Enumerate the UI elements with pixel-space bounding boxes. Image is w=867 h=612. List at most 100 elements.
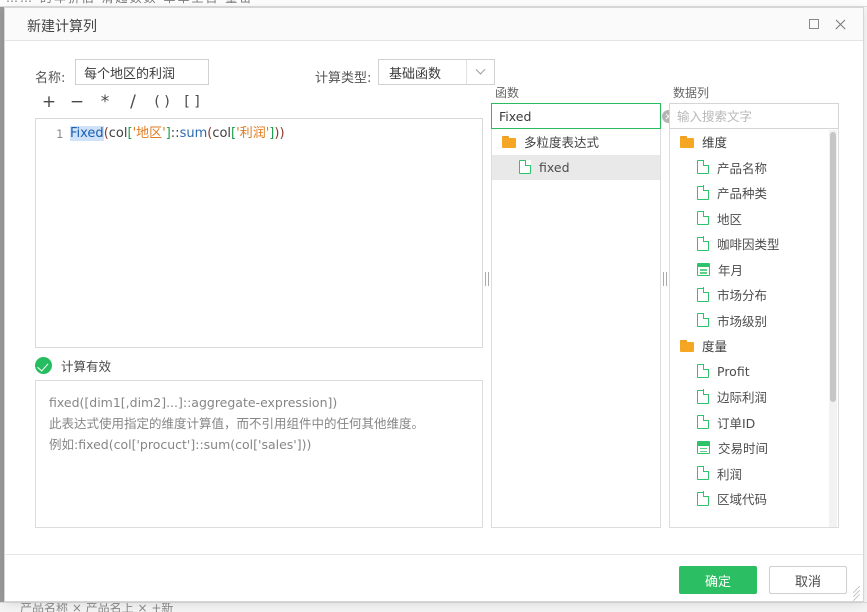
data-columns-scrollbar[interactable] [829, 130, 837, 527]
file-icon [697, 415, 709, 430]
file-icon [697, 236, 709, 251]
data-column-search-input[interactable] [670, 108, 840, 124]
function-search-box[interactable] [491, 103, 675, 129]
maximize-icon[interactable] [805, 15, 823, 33]
data-column-row-item[interactable]: 产品种类 [670, 180, 838, 206]
data-columns-panel-title: 数据列 [673, 86, 710, 100]
name-label: 名称: [35, 71, 66, 86]
operator-multiply-button[interactable]: * [91, 89, 119, 115]
data-column-row-folder[interactable]: 度量 [670, 333, 838, 359]
calctype-selected-value: 基础函数 [389, 66, 442, 82]
data-column-row-item[interactable]: 区域代码 [670, 486, 838, 512]
data-column-row-label: 度量 [702, 339, 728, 355]
data-column-row-label: 利润 [717, 466, 743, 482]
data-column-row-label: 边际利润 [717, 390, 768, 406]
function-help-box: fixed([dim1[,dim2]...]::aggregate-expres… [35, 380, 483, 528]
operator-plus-button[interactable]: + [35, 89, 63, 115]
data-column-row-folder[interactable]: 维度 [670, 129, 838, 155]
check-circle-icon [35, 357, 52, 374]
data-column-row-label: 维度 [702, 135, 728, 151]
formula-token-14: ) [279, 126, 285, 141]
formula-editor[interactable]: 1 Fixed(col['地区']::sum(col['利润'])) [35, 118, 483, 348]
data-column-row-item[interactable]: 订单ID [670, 410, 838, 436]
formula-code[interactable]: Fixed(col['地区']::sum(col['利润'])) [70, 124, 474, 144]
background-toolbar-ghost-text: …… 的年折旧 清起数数 单单上目 量击 [6, 0, 253, 6]
line-number: 1 [56, 127, 63, 141]
help-line-example: 例如:fixed(col['procuct']::sum(col['sales'… [49, 437, 312, 452]
function-search-input[interactable] [492, 108, 662, 124]
file-icon [697, 389, 709, 404]
function-row-item[interactable]: fixed [492, 154, 660, 180]
formula-token-0: Fixed [70, 126, 104, 141]
calctype-select[interactable]: 基础函数 [378, 59, 495, 85]
data-column-row-item[interactable]: 市场分布 [670, 282, 838, 308]
maximize-square-glyph [809, 19, 819, 29]
folder-icon [680, 339, 694, 352]
data-column-row-item[interactable]: 年月 [670, 257, 838, 283]
calctype-label: 计算类型: [315, 71, 372, 86]
operator-toolbar: + − * / ( ) [ ] [35, 88, 483, 116]
operator-divide-button[interactable]: / [119, 89, 147, 115]
data-column-row-item[interactable]: 地区 [670, 206, 838, 232]
data-column-row-item[interactable]: Profit [670, 359, 838, 385]
formula-token-11: '利润' [236, 126, 270, 141]
panels-container: + − * / ( ) [ ] 1 Fixed(col['地区']::sum(c… [5, 86, 863, 558]
formula-token-9: col [212, 126, 232, 141]
file-icon [697, 211, 709, 226]
data-column-row-label: 订单ID [717, 415, 756, 431]
validation-status-text: 计算有效 [61, 359, 112, 374]
data-column-search-box[interactable] [669, 103, 840, 129]
file-icon [697, 313, 709, 328]
functions-panel-title: 函数 [495, 86, 520, 100]
scrollbar-thumb[interactable] [830, 132, 836, 402]
validation-status: 计算有效 [35, 356, 111, 375]
confirm-button[interactable]: 确定 [679, 566, 757, 594]
data-column-rows: 维度产品名称产品种类地区咖啡因类型 年月 市场分布 市场级别度量 Profit 边际利润订… [670, 129, 838, 512]
data-column-row-label: 产品种类 [717, 186, 768, 202]
data-column-row-label: 交易时间 [718, 441, 769, 457]
data-column-row-label: 产品名称 [717, 160, 768, 176]
functions-panel-splitter[interactable] [661, 270, 669, 288]
data-column-row-item[interactable]: 交易时间 [670, 435, 838, 461]
operator-minus-button[interactable]: − [63, 89, 91, 115]
new-calculated-column-dialog: 新建计算列 名称: 计算类型: 基础函数 + − * / ( ) [ ] [4, 7, 864, 602]
folder-icon [502, 135, 516, 148]
data-column-row-item[interactable]: 利润 [670, 461, 838, 487]
function-row-label: 多粒度表达式 [524, 135, 600, 151]
data-column-row-item[interactable]: 产品名称 [670, 155, 838, 181]
operator-brackets-button[interactable]: [ ] [177, 89, 207, 115]
resize-grip[interactable] [849, 585, 861, 602]
data-column-row-item[interactable]: 咖啡因类型 [670, 231, 838, 257]
file-icon [519, 160, 531, 175]
background-tabs-ghost-text: 产品名称 × 产品名上 × +新 [20, 602, 174, 612]
function-row-folder[interactable]: 多粒度表达式 [492, 129, 660, 155]
data-column-row-label: Profit [717, 363, 750, 379]
file-icon [697, 185, 709, 200]
editor-gutter: 1 [36, 119, 70, 347]
close-icon[interactable] [831, 15, 849, 33]
form-row: 名称: 计算类型: 基础函数 [5, 41, 863, 88]
dialog-titlebar: 新建计算列 [5, 8, 863, 41]
data-column-row-label: 地区 [717, 211, 743, 227]
data-column-row-item[interactable]: 边际利润 [670, 384, 838, 410]
background-toolbar-strip: …… 的年折旧 清起数数 单单上目 量击 [0, 0, 867, 7]
file-icon [697, 364, 709, 379]
cancel-button[interactable]: 取消 [769, 566, 847, 594]
chevron-down-icon[interactable] [466, 60, 494, 84]
formula-token-7: sum [179, 126, 208, 141]
operator-parentheses-button[interactable]: ( ) [147, 89, 177, 115]
editor-panel-splitter[interactable] [483, 270, 491, 288]
data-column-tree-list[interactable]: 维度产品名称产品种类地区咖啡因类型 年月 市场分布 市场级别度量 Profit 边际利润订… [669, 129, 839, 528]
close-x-glyph [834, 18, 847, 31]
chevron-glyph [475, 64, 486, 75]
dialog-title: 新建计算列 [27, 19, 97, 35]
help-line-description: 此表达式使用指定的维度计算值，而不引用组件中的任何其他维度。 [49, 416, 425, 431]
function-tree-list[interactable]: 多粒度表达式 fixed [491, 129, 661, 528]
file-icon [697, 287, 709, 302]
file-icon [697, 491, 709, 506]
data-column-row-item[interactable]: 市场级别 [670, 308, 838, 334]
formula-token-2: col [108, 126, 128, 141]
background-tabs-strip: 产品名称 × 产品名上 × +新 [0, 602, 867, 612]
name-input[interactable] [75, 59, 209, 85]
date-icon [697, 441, 710, 455]
